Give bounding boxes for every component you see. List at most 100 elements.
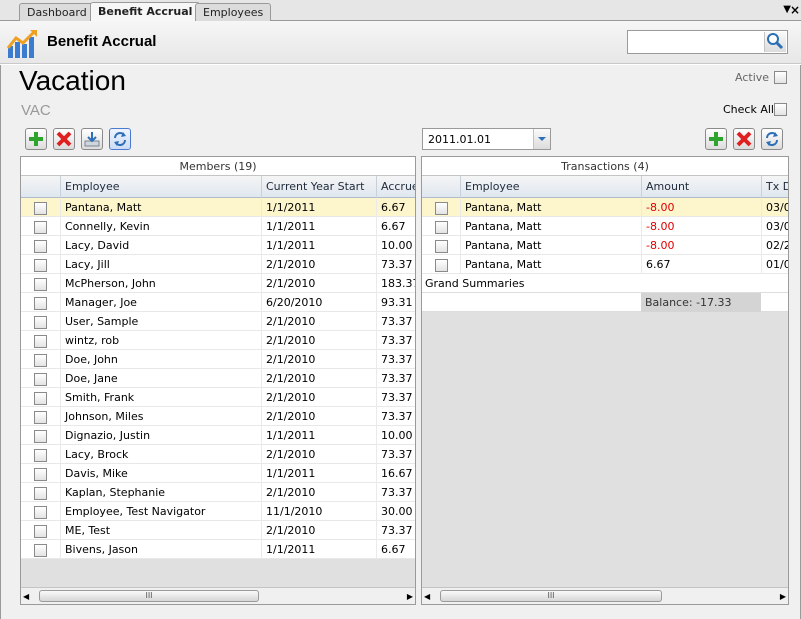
table-row[interactable]: Pantana, Matt -8.00 02/2 <box>422 236 788 255</box>
table-row[interactable]: Pantana, Matt -8.00 03/0 <box>422 198 788 217</box>
column-header-amount[interactable]: Amount <box>642 176 762 198</box>
row-select-cell <box>422 198 461 217</box>
tab-bar: Dashboard Benefit Accrual Employees ▼ × <box>0 0 801 21</box>
row-checkbox[interactable] <box>435 201 448 215</box>
table-row[interactable]: Dignazio, Justin 1/1/2011 10.00 <box>21 426 415 445</box>
employee-cell: ME, Test <box>61 521 262 540</box>
employee-cell: McPherson, John <box>61 274 262 293</box>
table-row[interactable]: McPherson, John 2/1/2010 183.37 <box>21 274 415 293</box>
row-checkbox[interactable] <box>435 239 448 253</box>
select-column-header[interactable] <box>21 176 61 198</box>
active-checkbox[interactable] <box>774 71 787 84</box>
table-row[interactable]: wintz, rob 2/1/2010 73.37 <box>21 331 415 350</box>
accrue-cell: 73.37 <box>381 372 413 385</box>
table-row[interactable]: Davis, Mike 1/1/2011 16.67 <box>21 464 415 483</box>
row-checkbox[interactable] <box>34 391 47 405</box>
scroll-right-icon[interactable]: ▶ <box>780 592 786 601</box>
current-year-start-cell: 1/1/2011 <box>262 426 377 445</box>
row-select-cell <box>21 312 61 331</box>
row-checkbox[interactable] <box>34 239 47 253</box>
row-select-cell <box>21 464 61 483</box>
row-checkbox[interactable] <box>34 467 47 481</box>
tx-date-cell: 02/2 <box>766 239 789 252</box>
remove-transaction-button[interactable] <box>733 128 755 150</box>
row-checkbox[interactable] <box>34 429 47 443</box>
row-checkbox[interactable] <box>34 353 47 367</box>
table-row[interactable]: Pantana, Matt 1/1/2011 6.67 <box>21 198 415 217</box>
table-row[interactable]: Lacy, Jill 2/1/2010 73.37 <box>21 255 415 274</box>
row-checkbox[interactable] <box>34 372 47 386</box>
row-checkbox[interactable] <box>34 505 47 519</box>
row-checkbox[interactable] <box>34 448 47 462</box>
date-filter-select[interactable]: 2011.01.01 <box>422 128 551 150</box>
scroll-left-icon[interactable]: ◀ <box>424 592 430 601</box>
row-checkbox[interactable] <box>435 220 448 234</box>
row-checkbox[interactable] <box>34 315 47 329</box>
close-icon[interactable]: × <box>790 3 801 17</box>
refresh-transactions-button[interactable] <box>761 128 783 150</box>
row-checkbox[interactable] <box>34 201 47 215</box>
search-button[interactable] <box>764 32 786 52</box>
amount-cell: -8.00 <box>642 217 762 236</box>
table-row[interactable]: Smith, Frank 2/1/2010 73.37 <box>21 388 415 407</box>
tab-employees[interactable]: Employees <box>195 3 272 21</box>
scrollbar-thumb[interactable]: III <box>440 590 662 602</box>
table-row[interactable]: Employee, Test Navigator 11/1/2010 30.00 <box>21 502 415 521</box>
table-row[interactable]: Manager, Joe 6/20/2010 93.31 <box>21 293 415 312</box>
search-input[interactable] <box>628 31 762 53</box>
column-header-employee[interactable]: Employee <box>461 176 642 198</box>
row-select-cell <box>21 255 61 274</box>
table-row[interactable]: Pantana, Matt -8.00 03/0 <box>422 217 788 236</box>
column-header-employee[interactable]: Employee <box>61 176 262 198</box>
table-row[interactable]: Doe, Jane 2/1/2010 73.37 <box>21 369 415 388</box>
select-column-header[interactable] <box>422 176 461 198</box>
table-row[interactable]: Connelly, Kevin 1/1/2011 6.67 <box>21 217 415 236</box>
accrue-cell: 183.37 <box>381 277 416 290</box>
page-title: Vacation <box>19 65 126 96</box>
transactions-scrollbar[interactable]: ◀ III ▶ <box>422 587 788 604</box>
current-year-start-cell: 2/1/2010 <box>262 274 377 293</box>
scroll-left-icon[interactable]: ◀ <box>23 592 29 601</box>
page-code: VAC <box>21 102 51 119</box>
column-header-accrue[interactable]: Accrue <box>377 176 415 198</box>
members-scrollbar[interactable]: ◀ III ▶ <box>21 587 415 604</box>
add-member-button[interactable] <box>25 128 47 150</box>
row-checkbox[interactable] <box>34 334 47 348</box>
table-row[interactable]: Doe, John 2/1/2010 73.37 <box>21 350 415 369</box>
table-row[interactable]: Lacy, Brock 2/1/2010 73.37 <box>21 445 415 464</box>
table-row[interactable]: Pantana, Matt 6.67 01/0 <box>422 255 788 274</box>
table-row[interactable]: User, Sample 2/1/2010 73.37 <box>21 312 415 331</box>
transactions-panel: Transactions (4) Employee Amount Tx D Pa… <box>421 156 789 605</box>
employee-cell: Pantana, Matt <box>461 236 642 255</box>
row-select-cell <box>21 445 61 464</box>
row-checkbox[interactable] <box>34 258 47 272</box>
row-checkbox[interactable] <box>34 410 47 424</box>
table-row[interactable]: Bivens, Jason 1/1/2011 6.67 <box>21 540 415 559</box>
tab-benefit-accrual[interactable]: Benefit Accrual <box>90 2 201 21</box>
members-header: Employee Current Year Start Accrue <box>21 176 415 198</box>
import-button[interactable] <box>81 128 103 150</box>
table-row[interactable]: ME, Test 2/1/2010 73.37 <box>21 521 415 540</box>
column-header-tx-date[interactable]: Tx D <box>762 176 788 198</box>
tab-dashboard[interactable]: Dashboard <box>19 3 95 21</box>
table-row[interactable]: Kaplan, Stephanie 2/1/2010 73.37 <box>21 483 415 502</box>
table-row[interactable]: Johnson, Miles 2/1/2010 73.37 <box>21 407 415 426</box>
row-checkbox[interactable] <box>34 543 47 557</box>
row-checkbox[interactable] <box>34 277 47 291</box>
scrollbar-thumb[interactable]: III <box>39 590 259 602</box>
row-checkbox[interactable] <box>34 524 47 538</box>
add-transaction-button[interactable] <box>705 128 727 150</box>
employee-cell: Smith, Frank <box>61 388 262 407</box>
row-checkbox[interactable] <box>435 258 448 272</box>
row-checkbox[interactable] <box>34 296 47 310</box>
refresh-members-button[interactable] <box>109 128 131 150</box>
row-checkbox[interactable] <box>34 220 47 234</box>
remove-member-button[interactable] <box>53 128 75 150</box>
row-checkbox[interactable] <box>34 486 47 500</box>
table-row[interactable]: Lacy, David 1/1/2011 10.00 <box>21 236 415 255</box>
column-header-current-year-start[interactable]: Current Year Start <box>262 176 377 198</box>
check-all-checkbox[interactable] <box>774 103 787 116</box>
current-year-start-cell: 1/1/2011 <box>262 198 377 217</box>
scroll-right-icon[interactable]: ▶ <box>407 592 413 601</box>
chevron-down-icon[interactable] <box>533 129 550 149</box>
